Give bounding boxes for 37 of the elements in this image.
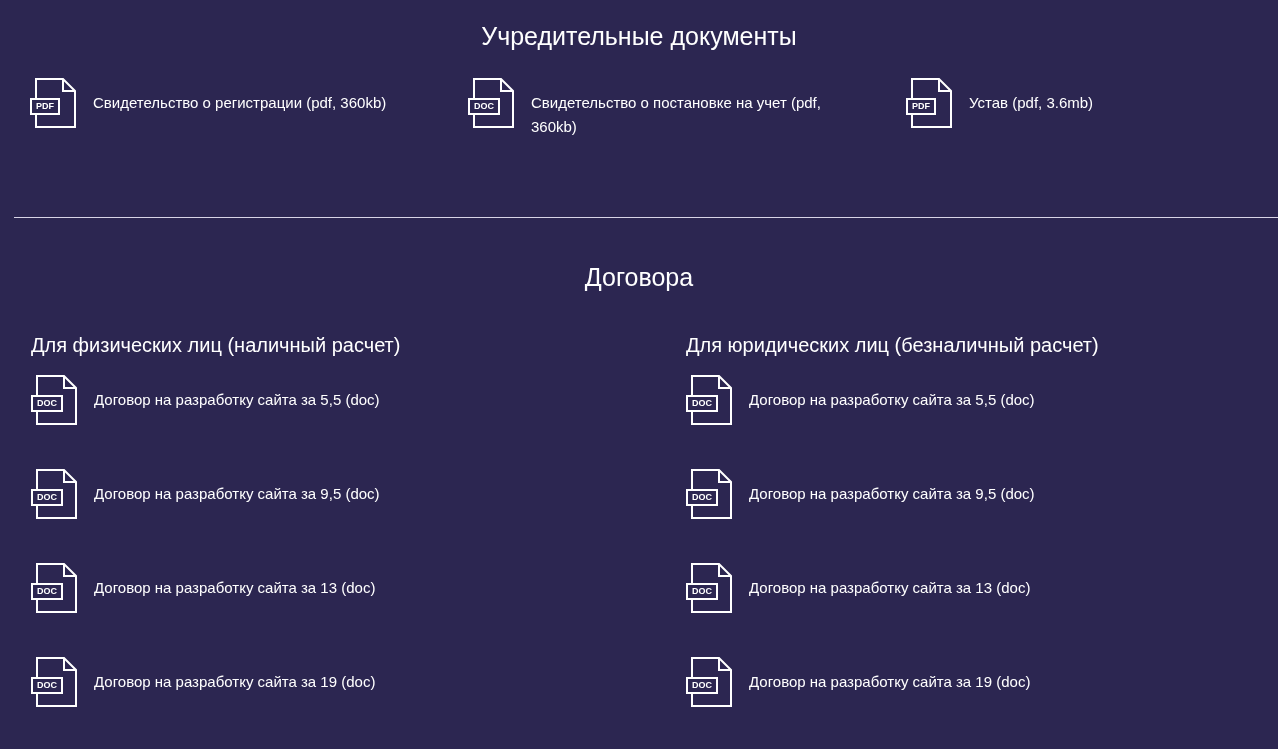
file-type-label: DOC <box>686 583 718 600</box>
file-type-label: DOC <box>686 395 718 412</box>
file-icon <box>911 78 952 128</box>
document-link[interactable]: Свидетельство о постановке на учет (pdf, 360kb) <box>531 91 831 139</box>
file-type-label: DOC <box>31 677 63 694</box>
document-link[interactable]: Договор на разработку сайта за 19 (doc) <box>749 670 1031 694</box>
section-title: Учредительные документы <box>480 21 798 52</box>
file-icon <box>691 563 732 613</box>
document-link[interactable]: Свидетельство о регистрации (pdf, 360kb) <box>93 91 387 115</box>
file-type-label: DOC <box>686 677 718 694</box>
file-type-label: PDF <box>30 98 60 115</box>
file-icon <box>473 78 514 128</box>
document-link[interactable]: Договор на разработку сайта за 9,5 (doc) <box>749 482 1035 506</box>
document-link[interactable]: Договор на разработку сайта за 5,5 (doc) <box>94 388 380 412</box>
file-type-label: DOC <box>31 583 63 600</box>
file-icon <box>36 563 77 613</box>
group-title: Для физических лиц (наличный расчет) <box>31 333 402 358</box>
file-type-label: PDF <box>906 98 936 115</box>
file-icon <box>36 469 77 519</box>
document-link[interactable]: Устав (pdf, 3.6mb) <box>969 91 1094 115</box>
group-title: Для юридических лиц (безналичный расчет) <box>686 333 1100 358</box>
document-link[interactable]: Договор на разработку сайта за 19 (doc) <box>94 670 376 694</box>
file-icon <box>691 469 732 519</box>
file-type-label: DOC <box>686 489 718 506</box>
file-type-label: DOC <box>31 395 63 412</box>
file-type-label: DOC <box>468 98 500 115</box>
file-type-label: DOC <box>31 489 63 506</box>
document-link[interactable]: Договор на разработку сайта за 5,5 (doc) <box>749 388 1035 412</box>
file-icon <box>36 375 77 425</box>
file-icon <box>36 657 77 707</box>
document-link[interactable]: Договор на разработку сайта за 13 (doc) <box>94 576 376 600</box>
section-title: Договора <box>583 262 695 293</box>
document-link[interactable]: Договор на разработку сайта за 13 (doc) <box>749 576 1031 600</box>
file-icon <box>35 78 76 128</box>
document-link[interactable]: Договор на разработку сайта за 9,5 (doc) <box>94 482 380 506</box>
file-icon <box>691 657 732 707</box>
file-icon <box>691 375 732 425</box>
